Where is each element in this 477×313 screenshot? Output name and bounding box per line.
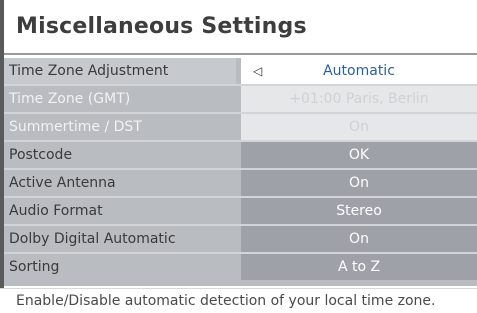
title-divider (4, 53, 477, 55)
setting-label: Dolby Digital Automatic (4, 226, 236, 252)
setting-label: Time Zone (GMT) (4, 86, 236, 112)
setting-label: Summertime / DST (4, 114, 236, 140)
settings-screen: Miscellaneous Settings Time Zone Adjustm… (0, 0, 477, 312)
setting-row-time-zone-adjustment[interactable]: Time Zone Adjustment ◁ Automatic (4, 58, 477, 86)
setting-value: On (241, 170, 477, 196)
setting-value: +01:00 Paris, Berlin (241, 86, 477, 112)
setting-row-summertime-dst[interactable]: Summertime / DST On (4, 114, 477, 142)
setting-label: Sorting (4, 254, 236, 280)
setting-row-audio-format[interactable]: Audio Format Stereo (4, 198, 477, 226)
setting-label: Postcode (4, 142, 236, 168)
help-text: Enable/Disable automatic detection of yo… (0, 288, 477, 312)
page-title: Miscellaneous Settings (16, 14, 307, 39)
setting-label: Audio Format (4, 198, 236, 224)
setting-value: Automatic (323, 63, 395, 79)
setting-row-time-zone-gmt[interactable]: Time Zone (GMT) +01:00 Paris, Berlin (4, 86, 477, 114)
setting-value: Stereo (241, 198, 477, 224)
setting-row-sorting[interactable]: Sorting A to Z (4, 254, 477, 282)
setting-label: Active Antenna (4, 170, 236, 196)
setting-row-postcode[interactable]: Postcode OK (4, 142, 477, 170)
left-arrow-icon[interactable]: ◁ (253, 58, 262, 84)
setting-value: On (241, 114, 477, 140)
setting-value-selector[interactable]: ◁ Automatic (241, 58, 477, 84)
setting-label: Time Zone Adjustment (4, 58, 236, 84)
setting-value: OK (241, 142, 477, 168)
setting-value: A to Z (241, 254, 477, 280)
setting-value: On (241, 226, 477, 252)
setting-row-active-antenna[interactable]: Active Antenna On (4, 170, 477, 198)
setting-row-dolby-digital-automatic[interactable]: Dolby Digital Automatic On (4, 226, 477, 254)
